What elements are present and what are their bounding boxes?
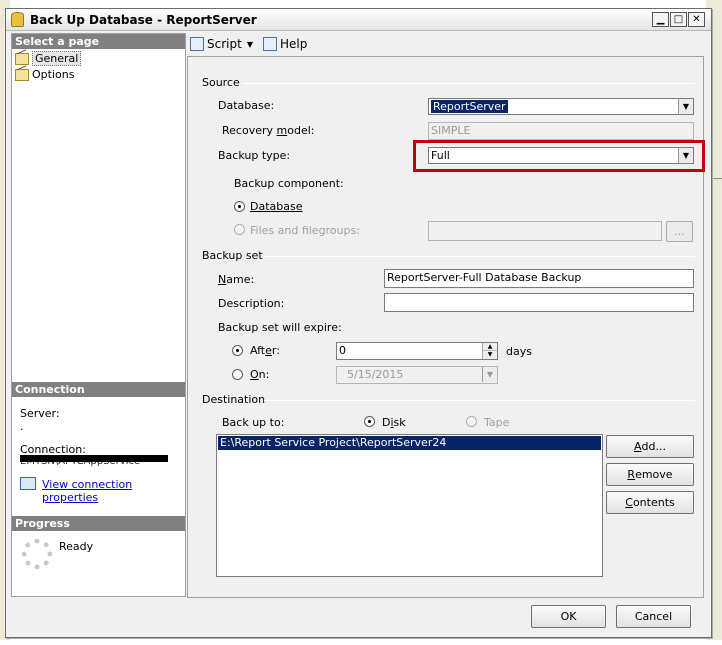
left-pane: Select a page General Options Connection… [11,33,186,597]
highlight-annotation [413,140,705,172]
destination-list[interactable]: E:\Report Service Project\ReportServer24 [216,434,603,577]
after-label: After: [250,344,280,357]
database-icon [11,12,24,27]
maximize-icon: □ [673,13,684,25]
browse-button[interactable]: ... [666,221,693,242]
expire-label: Backup set will expire: [218,321,342,334]
component-database-radio[interactable] [234,201,245,212]
description-input[interactable] [384,293,694,312]
expire-date-value: 5/15/2015 [347,368,404,381]
help-icon [262,37,277,51]
toolbar: Script ▼ Help [190,33,703,55]
disk-label: Disk [382,416,406,429]
spin-down-icon[interactable]: ▼ [483,351,497,359]
cancel-button[interactable]: Cancel [616,605,691,628]
page-item-options[interactable]: Options [15,67,74,82]
window-controls: ▁ □ ✕ [652,12,705,27]
progress-header: Progress [12,516,185,531]
connection-header: Connection [12,382,185,397]
minimize-button[interactable]: ▁ [652,12,669,27]
backup-name-input[interactable]: ReportServer-Full Database Backup [384,269,694,288]
component-database-label: Database [250,200,303,213]
script-button[interactable]: Script ▼ [190,37,253,51]
disk-radio[interactable] [364,416,375,427]
back-up-to-label: Back up to: [222,416,285,429]
source-section-label: Source [202,76,240,89]
database-value: ReportServer [431,100,508,113]
chevron-down-icon: ▼ [246,39,253,49]
backup-set-section-label: Backup set [202,249,263,262]
recovery-model-label: Recovery model: [222,124,315,137]
page-item-general[interactable]: General [15,51,82,66]
chevron-down-icon[interactable]: ▼ [482,367,497,382]
server-value: . [20,420,24,433]
expire-on-radio[interactable] [232,369,243,380]
view-connection-properties-link[interactable]: View connection properties [42,478,185,504]
files-filegroups-field [428,221,662,241]
name-label: Name: [218,273,255,286]
ok-button[interactable]: OK [531,605,606,628]
minimize-icon: ▁ [656,13,665,25]
script-icon [190,37,204,51]
title-bar[interactable]: Back Up Database - ReportServer ▁ □ ✕ [6,9,711,31]
expire-after-radio[interactable] [232,345,243,356]
destination-section-label: Destination [202,393,266,406]
recovery-model-field: SIMPLE [428,122,694,140]
source-divider [243,83,695,84]
connection-properties-icon [20,477,36,490]
page-item-label: Options [32,68,75,81]
redaction-bar [20,455,168,462]
maximize-button[interactable]: □ [670,12,687,27]
on-label: On: [250,368,270,381]
list-item[interactable]: E:\Report Service Project\ReportServer24 [218,436,601,450]
expire-days-stepper[interactable]: 0 ▲ ▼ [336,342,498,360]
spin-up-icon[interactable]: ▲ [483,343,497,351]
add-button[interactable]: Add... [606,435,694,458]
backup-set-divider [264,256,695,257]
remove-button[interactable]: Remove [606,463,694,486]
database-dropdown[interactable]: ReportServer ▼ [428,98,694,115]
backup-type-label: Backup type: [218,149,291,162]
help-button[interactable]: Help [262,37,308,51]
chevron-down-icon[interactable]: ▼ [678,99,693,114]
component-files-label: Files and filegroups: [250,224,360,237]
expire-days-value: 0 [339,344,346,357]
progress-status: Ready [59,540,94,553]
progress-spinner-icon [22,539,52,569]
days-label: days [506,345,532,358]
general-page: Source Database: ReportServer ▼ Recovery… [187,56,705,598]
close-button[interactable]: ✕ [688,12,705,27]
description-label: Description: [218,297,285,310]
select-page-header: Select a page [12,34,185,49]
server-label: Server: [20,407,60,420]
page-icon [15,68,29,81]
tape-radio[interactable] [466,416,477,427]
contents-button[interactable]: Contents [606,491,694,514]
script-label: Script [207,37,242,51]
expire-date-picker[interactable]: 5/15/2015 ▼ [336,366,498,384]
page-icon [15,52,29,65]
backup-database-dialog: Back Up Database - ReportServer ▁ □ ✕ Se… [5,8,712,638]
help-label: Help [279,37,308,51]
page-item-label: General [32,51,82,66]
window-title: Back Up Database - ReportServer [30,13,257,27]
component-files-radio[interactable] [234,224,245,235]
destination-divider [264,400,695,401]
spin-buttons[interactable]: ▲ ▼ [482,343,497,359]
database-label: Database: [218,99,275,112]
backup-component-label: Backup component: [234,177,344,190]
tape-label: Tape [484,416,510,429]
close-icon: ✕ [692,13,701,25]
